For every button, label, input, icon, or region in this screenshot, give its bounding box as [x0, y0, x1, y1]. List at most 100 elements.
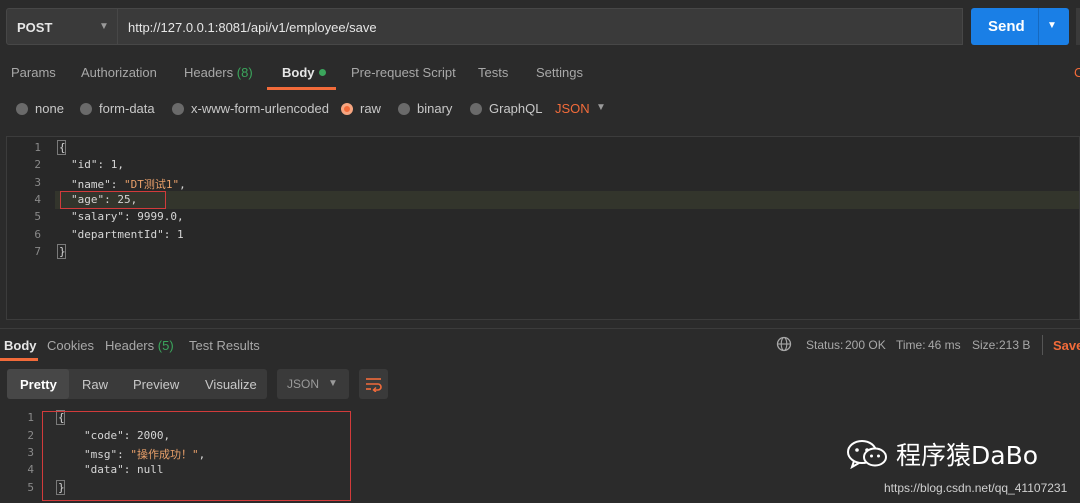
csdn-url: https://blog.csdn.net/qq_41107231: [884, 481, 1068, 495]
status-value[interactable]: 200 OK: [845, 338, 886, 352]
watermark-text: 程序猿DaBo: [896, 441, 1039, 470]
tab-headers[interactable]: Headers (8): [184, 65, 253, 80]
chevron-down-icon: ▼: [99, 21, 109, 32]
url-text: http://127.0.0.1:8081/api/v1/employee/sa…: [128, 20, 377, 35]
wrap-lines-button[interactable]: [359, 369, 388, 399]
time-value[interactable]: 46 ms: [928, 338, 961, 352]
tab-authorization[interactable]: Authorization: [81, 65, 157, 80]
json-key: "salary": [71, 210, 124, 223]
json-value: 1: [110, 158, 118, 171]
body-format-select[interactable]: JSON: [555, 101, 590, 116]
resp-tab-headers[interactable]: Headers (5): [105, 338, 174, 353]
save-response-button[interactable]: Save: [1053, 338, 1080, 353]
status-label: Status:: [806, 338, 844, 352]
line-number: 5: [27, 481, 34, 494]
resp-tab-test-results[interactable]: Test Results: [189, 338, 260, 353]
view-mode-segmented: Pretty Raw Preview Visualize: [7, 369, 267, 399]
request-tabs: Params Authorization Headers (8) Body Pr…: [0, 54, 1080, 90]
tab-body[interactable]: Body: [282, 65, 326, 80]
divider: [1042, 335, 1043, 355]
tab-settings[interactable]: Settings: [536, 65, 583, 80]
response-tabs: Body Cookies Headers (5) Test Results St…: [0, 328, 1080, 361]
url-input[interactable]: http://127.0.0.1:8081/api/v1/employee/sa…: [118, 8, 963, 45]
active-resp-tab-indicator: [0, 358, 38, 361]
tab-params[interactable]: Params: [11, 65, 56, 80]
tab-tests[interactable]: Tests: [478, 65, 508, 80]
tab-headers-count: (8): [236, 65, 253, 80]
method-select[interactable]: POST ▼: [6, 8, 118, 45]
send-button[interactable]: Send ▼: [971, 8, 1069, 45]
radio-form-data-label: form-data: [99, 101, 155, 116]
body-type-row: none form-data x-www-form-urlencoded raw…: [0, 90, 1080, 126]
line-gutter: 1 2 3 4 5 6 7: [7, 137, 49, 319]
size-value[interactable]: 213 B: [999, 338, 1030, 352]
request-body-editor[interactable]: 1 2 3 4 5 6 7 { "id": 1, "name": "DT测试1"…: [6, 136, 1080, 320]
response-toolbar: Pretty Raw Preview Visualize JSON ▼: [0, 366, 1080, 402]
view-pretty[interactable]: Pretty: [20, 377, 57, 392]
chevron-down-icon: ▼: [328, 378, 338, 389]
line-number: 1: [27, 411, 34, 424]
json-value: 9999.0: [137, 210, 177, 223]
view-preview[interactable]: Preview: [133, 377, 179, 392]
view-raw[interactable]: Raw: [82, 377, 108, 392]
radio-graphql[interactable]: GraphQL: [470, 101, 542, 116]
radio-icon: [470, 102, 482, 115]
radio-raw-label: raw: [360, 101, 381, 116]
response-highlight-box: [42, 411, 351, 501]
chevron-down-icon[interactable]: ▼: [596, 102, 606, 113]
size-label: Size:: [972, 338, 999, 352]
radio-icon: [398, 102, 410, 115]
code-line-id: "id": 1,: [71, 158, 124, 171]
send-divider: [1038, 8, 1039, 45]
radio-binary[interactable]: binary: [398, 101, 452, 116]
wechat-icon: [847, 440, 887, 469]
response-format-select[interactable]: JSON ▼: [277, 369, 349, 399]
send-label: Send: [988, 18, 1025, 35]
radio-none[interactable]: none: [16, 101, 64, 116]
line-number: 3: [34, 176, 41, 189]
line-number: 4: [27, 463, 34, 476]
json-key: "departmentId": [71, 228, 164, 241]
line-number: 1: [34, 141, 41, 154]
line-number: 2: [27, 429, 34, 442]
radio-icon: [80, 102, 92, 115]
code-line-department: "departmentId": 1: [71, 228, 184, 241]
json-value: "DT测试1": [124, 178, 180, 191]
line-number: 2: [34, 158, 41, 171]
radio-graphql-label: GraphQL: [489, 101, 543, 116]
resp-tab-headers-label: Headers: [105, 338, 155, 353]
tab-body-label: Body: [282, 65, 315, 80]
code-brace-open: {: [59, 141, 66, 154]
json-key: "id": [71, 158, 98, 171]
resp-tab-cookies[interactable]: Cookies: [47, 338, 94, 353]
radio-urlencoded[interactable]: x-www-form-urlencoded: [172, 101, 329, 116]
view-visualize[interactable]: Visualize: [205, 377, 257, 392]
code-line-salary: "salary": 9999.0,: [71, 210, 184, 223]
radio-raw[interactable]: raw: [341, 101, 381, 116]
wrap-icon: [366, 378, 382, 392]
code-line-name: "name": "DT测试1",: [71, 178, 186, 191]
globe-icon[interactable]: [776, 336, 792, 352]
resp-tab-body[interactable]: Body: [4, 338, 37, 353]
age-highlight-box: [60, 191, 166, 209]
resp-tab-headers-count: (5): [157, 338, 174, 353]
cookies-link-edge[interactable]: C: [1074, 65, 1080, 80]
method-label: POST: [17, 20, 53, 35]
line-number: 4: [34, 193, 41, 206]
json-key: "name": [71, 178, 111, 191]
watermark: 程序猿DaBo: [846, 436, 1038, 472]
send-options-chevron-icon[interactable]: ▼: [1047, 20, 1057, 31]
json-value: 1: [176, 228, 184, 241]
line-number: 6: [34, 228, 41, 241]
line-number: 3: [27, 446, 34, 459]
save-button-edge[interactable]: [1076, 8, 1080, 45]
request-bar: POST ▼ http://127.0.0.1:8081/api/v1/empl…: [0, 0, 1080, 54]
radio-form-data[interactable]: form-data: [80, 101, 155, 116]
radio-icon: [172, 102, 184, 115]
tab-headers-label: Headers: [184, 65, 234, 80]
modified-dot-icon: [318, 69, 326, 76]
code-brace-close: }: [59, 245, 66, 258]
current-line-highlight: [55, 191, 1079, 209]
radio-binary-label: binary: [417, 101, 453, 116]
tab-prerequest-script[interactable]: Pre-request Script: [351, 65, 456, 80]
